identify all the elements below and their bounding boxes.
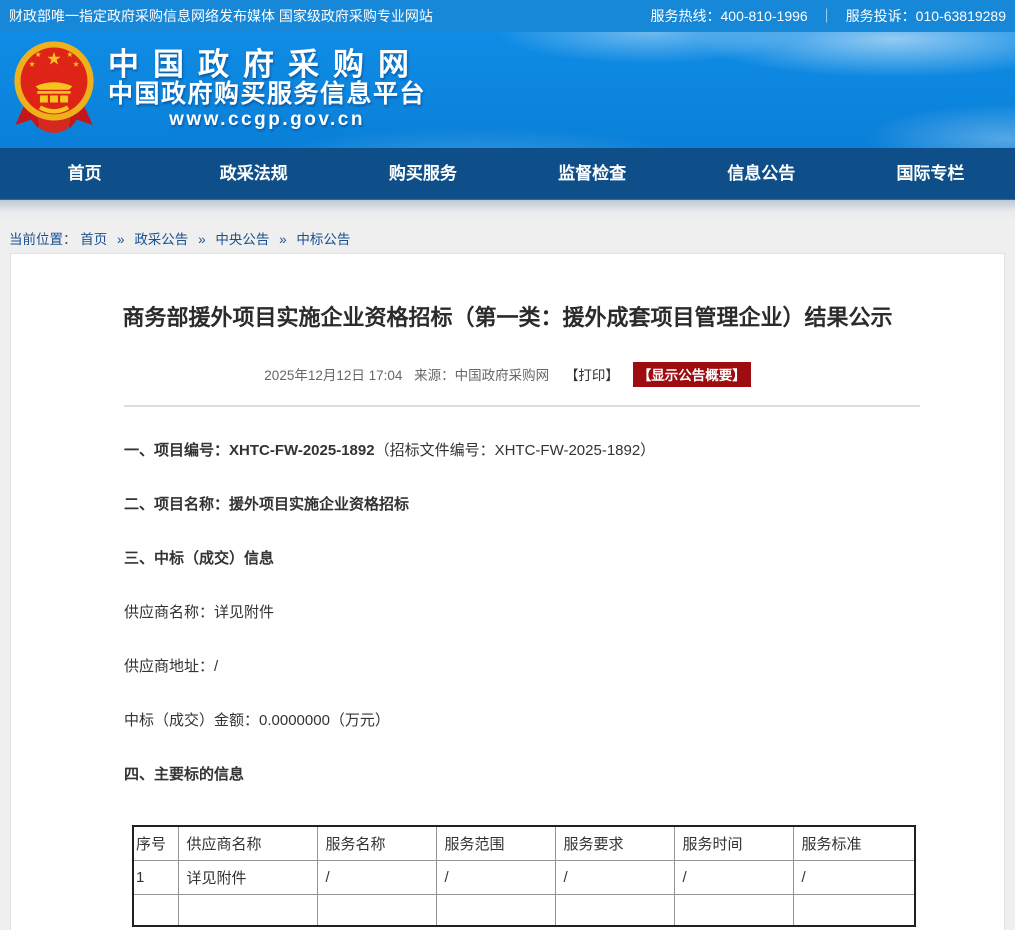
nav-item-supervision[interactable]: 监督检查 — [508, 148, 677, 199]
nav-shadow — [0, 200, 1015, 220]
page-title: 商务部援外项目实施企业资格招标（第一类：援外成套项目管理企业）结果公示 — [41, 254, 974, 334]
cell-service-scope: / — [436, 861, 555, 895]
site-url: www.ccgp.gov.cn — [108, 109, 426, 131]
header-cell-service-scope: 服务范围 — [436, 826, 555, 861]
para-main-items-label: 四、主要标的信息 — [124, 766, 244, 783]
header-cell-service-name: 服务名称 — [317, 826, 436, 861]
cell-index: 1 — [133, 861, 178, 895]
para-project-number-extra: （招标文件编号：XHTC-FW-2025-1892） — [375, 442, 656, 459]
breadcrumb-separator: » — [198, 232, 206, 247]
nav-item-home[interactable]: 首页 — [0, 148, 169, 199]
breadcrumb-award-announcements[interactable]: 中标公告 — [296, 232, 350, 247]
header-cell-service-time: 服务时间 — [674, 826, 793, 861]
cell-empty — [555, 895, 674, 926]
cell-service-time: / — [674, 861, 793, 895]
nav-item-purchase-services[interactable]: 购买服务 — [338, 148, 507, 199]
header-cell-service-requirement: 服务要求 — [555, 826, 674, 861]
breadcrumb-label: 当前位置： — [9, 232, 77, 247]
topbar: 财政部唯一指定政府采购信息网络发布媒体 国家级政府采购专业网站 服务热线：400… — [0, 0, 1015, 32]
para-award-amount: 中标（成交）金额：0.0000000（万元） — [124, 710, 920, 731]
para-main-items-heading: 四、主要标的信息 — [124, 764, 920, 785]
para-project-name-label: 二、项目名称：援外项目实施企业资格招标 — [124, 496, 409, 513]
print-button[interactable]: 【打印】 — [565, 368, 619, 383]
site-subtitle: 中国政府购买服务信息平台 — [108, 81, 426, 108]
para-project-number-label: 一、项目编号：XHTC-FW-2025-1892 — [124, 442, 375, 459]
topbar-slogan: 财政部唯一指定政府采购信息网络发布媒体 国家级政府采购专业网站 — [9, 6, 433, 26]
cell-empty — [793, 895, 915, 926]
cell-service-standard: / — [793, 861, 915, 895]
nav-item-regulations[interactable]: 政采法规 — [169, 148, 338, 199]
breadcrumb-procurement-announcements[interactable]: 政采公告 — [134, 232, 188, 247]
breadcrumb-central-announcements[interactable]: 中央公告 — [215, 232, 269, 247]
cell-empty — [178, 895, 317, 926]
table-header-row: 序号 供应商名称 服务名称 服务范围 服务要求 服务时间 服务标准 — [133, 826, 915, 861]
cell-service-requirement: / — [555, 861, 674, 895]
para-award-amount-text: 中标（成交）金额：0.0000000（万元） — [124, 712, 390, 729]
table-row: 1 详见附件 / / / / / — [133, 861, 915, 895]
cell-service-name: / — [317, 861, 436, 895]
cell-empty — [674, 895, 793, 926]
site-logo[interactable]: 中国政府采购网 中国政府购买服务信息平台 www.ccgp.gov.cn — [10, 40, 426, 141]
breadcrumb-home[interactable]: 首页 — [80, 232, 107, 247]
content-panel: 商务部援外项目实施企业资格招标（第一类：援外成套项目管理企业）结果公示 2025… — [10, 253, 1005, 930]
para-supplier-address: 供应商地址：/ — [124, 656, 920, 677]
divider — [124, 405, 920, 407]
breadcrumb-separator: » — [117, 232, 125, 247]
service-complaint: 服务投诉：010-63819289 — [846, 6, 1006, 26]
para-award-info-label: 三、中标（成交）信息 — [124, 550, 274, 567]
para-project-name: 二、项目名称：援外项目实施企业资格招标 — [124, 494, 920, 515]
publish-date: 2025年12月12日 17:04 — [264, 368, 402, 383]
header-cell-supplier: 供应商名称 — [178, 826, 317, 861]
nav-item-international[interactable]: 国际专栏 — [846, 148, 1015, 199]
breadcrumb: 当前位置： 首页 » 政采公告 » 中央公告 » 中标公告 — [0, 220, 1015, 253]
bid-items-table: 序号 供应商名称 服务名称 服务范围 服务要求 服务时间 服务标准 1 详见附件… — [132, 825, 916, 927]
breadcrumb-separator: » — [279, 232, 287, 247]
summary-toggle-button[interactable]: 【显示公告概要】 — [633, 362, 751, 387]
article-body: 一、项目编号：XHTC-FW-2025-1892（招标文件编号：XHTC-FW-… — [11, 440, 1004, 927]
cell-empty — [317, 895, 436, 926]
service-hotline: 服务热线：400-810-1996 — [651, 6, 808, 26]
cell-supplier: 详见附件 — [178, 861, 317, 895]
article-source: 来源：中国政府采购网 — [414, 368, 549, 383]
cell-empty — [436, 895, 555, 926]
para-award-info-heading: 三、中标（成交）信息 — [124, 548, 920, 569]
header-cell-index: 序号 — [133, 826, 178, 861]
para-project-number: 一、项目编号：XHTC-FW-2025-1892（招标文件编号：XHTC-FW-… — [124, 440, 920, 461]
para-supplier-address-text: 供应商地址：/ — [124, 658, 218, 675]
article-meta: 2025年12月12日 17:04 来源：中国政府采购网 【打印】 【显示公告概… — [11, 362, 1004, 387]
topbar-separator: ｜ — [820, 6, 834, 26]
site-name: 中国政府采购网 — [108, 49, 426, 81]
cell-empty — [133, 895, 178, 926]
para-supplier-name: 供应商名称：详见附件 — [124, 602, 920, 623]
national-emblem-icon — [10, 40, 98, 141]
para-supplier-name-text: 供应商名称：详见附件 — [124, 604, 274, 621]
nav-item-announcements[interactable]: 信息公告 — [677, 148, 846, 199]
site-masthead: 中国政府采购网 中国政府购买服务信息平台 www.ccgp.gov.cn — [0, 32, 1015, 148]
header-cell-service-standard: 服务标准 — [793, 826, 915, 861]
table-row-empty — [133, 895, 915, 926]
main-nav: 首页 政采法规 购买服务 监督检查 信息公告 国际专栏 — [0, 148, 1015, 200]
